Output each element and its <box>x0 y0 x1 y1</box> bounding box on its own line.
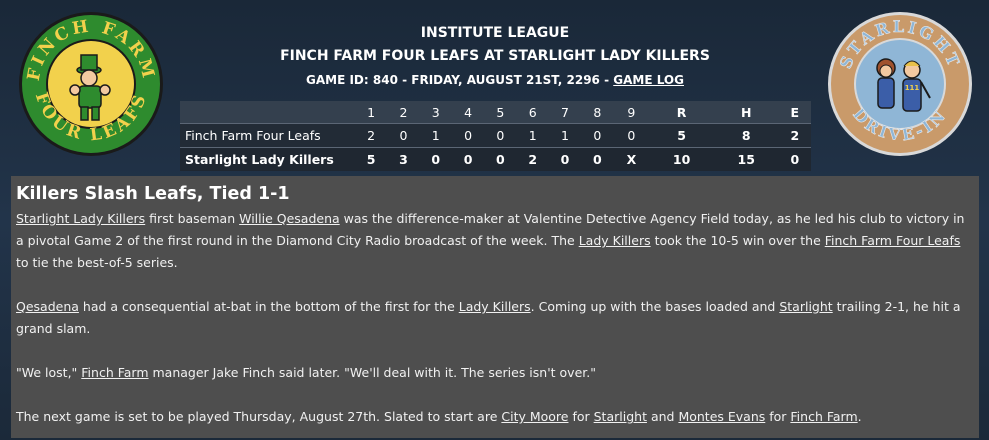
inning-score: 2 <box>516 147 549 171</box>
inning-score: 0 <box>613 123 650 148</box>
inning-score: 0 <box>581 147 614 171</box>
game-log-link[interactable]: GAME LOG <box>613 73 684 87</box>
runs-total: 10 <box>649 147 714 171</box>
errors-header: E <box>778 101 811 124</box>
runs-total: 5 <box>649 123 714 148</box>
inning-header: 4 <box>451 101 485 124</box>
article-text: The next game is set to be played Thursd… <box>16 409 502 424</box>
article-paragraph-1: Starlight Lady Killers first baseman Wil… <box>16 208 974 274</box>
inning-header: 8 <box>581 101 614 124</box>
player-link[interactable]: City Moore <box>501 409 568 424</box>
team-link[interactable]: Starlight Lady Killers <box>16 211 145 226</box>
player-link[interactable]: Montes Evans <box>678 409 765 424</box>
inning-score: 0 <box>387 123 420 148</box>
inning-score: 0 <box>484 147 517 171</box>
team-link[interactable]: Lady Killers <box>579 233 651 248</box>
inning-score: 0 <box>451 123 485 148</box>
away-team-logo[interactable]: FINCH FARM FOUR LEAFS <box>17 10 165 158</box>
inning-score: 3 <box>387 147 420 171</box>
team-link[interactable]: Finch Farm <box>790 409 857 424</box>
linescore-row-away: Finch Farm Four Leafs 2 0 1 0 0 1 1 0 0 … <box>180 123 811 148</box>
matchup-title: FINCH FARM FOUR LEAFS AT STARLIGHT LADY … <box>280 48 710 64</box>
inning-score: X <box>613 147 650 171</box>
inning-score: 0 <box>484 123 517 148</box>
linescore-table: 1 2 3 4 5 6 7 8 9 R H E Finch Farm Four … <box>180 101 811 171</box>
inning-score: 1 <box>419 123 452 148</box>
team-name: Starlight Lady Killers <box>180 147 355 171</box>
article-text: took the 10-5 win over the <box>650 233 825 248</box>
team-link[interactable]: Starlight <box>594 409 647 424</box>
article-text: manager Jake Finch said later. "We'll de… <box>148 365 596 380</box>
linescore-row-home: Starlight Lady Killers 5 3 0 0 0 2 0 0 X… <box>180 147 811 171</box>
game-recap-article: Killers Slash Leafs, Tied 1-1 Starlight … <box>11 176 979 438</box>
game-header: INSTITUTE LEAGUE FINCH FARM FOUR LEAFS A… <box>180 23 810 88</box>
player-link[interactable]: Willie Qesadena <box>239 211 340 226</box>
inning-header: 7 <box>548 101 582 124</box>
inning-score: 0 <box>451 147 485 171</box>
inning-score: 0 <box>419 147 452 171</box>
article-text: for <box>765 409 791 424</box>
svg-text:111: 111 <box>905 84 920 92</box>
team-link[interactable]: Finch Farm <box>81 365 148 380</box>
article-text: had a consequential at-bat in the bottom… <box>78 299 459 314</box>
team-link[interactable]: Finch Farm Four Leafs <box>825 233 961 248</box>
article-paragraph-3: "We lost," Finch Farm manager Jake Finch… <box>16 362 974 384</box>
inning-header: 3 <box>419 101 452 124</box>
linescore-header-row: 1 2 3 4 5 6 7 8 9 R H E <box>180 101 811 124</box>
inning-score: 0 <box>548 147 582 171</box>
inning-header: 5 <box>484 101 517 124</box>
article-text: "We lost," <box>16 365 82 380</box>
inning-score: 0 <box>581 123 614 148</box>
team-name: Finch Farm Four Leafs <box>180 123 355 148</box>
inning-score: 1 <box>516 123 549 148</box>
hits-total: 8 <box>713 123 779 148</box>
article-text: and <box>646 409 679 424</box>
hits-header: H <box>713 101 779 124</box>
inning-header: 2 <box>387 101 420 124</box>
inning-header: 9 <box>613 101 650 124</box>
article-text: . <box>857 409 862 424</box>
team-link[interactable]: Lady Killers <box>459 299 531 314</box>
errors-total: 0 <box>778 147 811 171</box>
game-info-text: GAME ID: 840 - FRIDAY, AUGUST 21ST, 2296… <box>306 73 614 87</box>
article-paragraph-4: The next game is set to be played Thursd… <box>16 406 974 428</box>
game-info: GAME ID: 840 - FRIDAY, AUGUST 21ST, 2296… <box>180 72 810 88</box>
article-headline: Killers Slash Leafs, Tied 1-1 <box>16 184 290 204</box>
article-text: . Coming up with the bases loaded and <box>530 299 780 314</box>
errors-total: 2 <box>778 123 811 148</box>
inning-score: 1 <box>548 123 582 148</box>
article-text: for <box>568 409 594 424</box>
team-column-header <box>180 101 355 124</box>
team-link[interactable]: Starlight <box>779 299 832 314</box>
inning-score: 2 <box>355 123 388 148</box>
article-paragraph-2: Qesadena had a consequential at-bat in t… <box>16 296 974 340</box>
hits-total: 15 <box>713 147 779 171</box>
inning-header: 6 <box>516 101 549 124</box>
player-link[interactable]: Qesadena <box>16 299 79 314</box>
league-title: INSTITUTE LEAGUE <box>420 25 570 41</box>
runs-header: R <box>649 101 714 124</box>
inning-score: 5 <box>355 147 388 171</box>
home-team-logo[interactable]: STARLIGHT DRIVE-IN 111 <box>826 10 974 158</box>
article-text: first baseman <box>145 211 240 226</box>
inning-header: 1 <box>355 101 388 124</box>
article-text: to tie the best-of-5 series. <box>16 255 178 270</box>
